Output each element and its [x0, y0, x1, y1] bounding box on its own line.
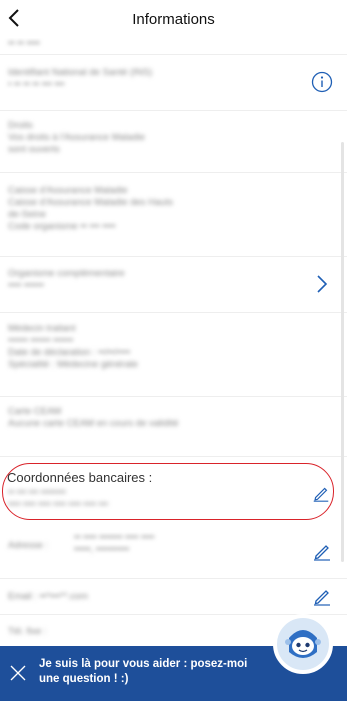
highlight-circle: [2, 463, 334, 520]
list-item: •• •• ••••: [0, 38, 347, 55]
list-item-medecin: Médecin traitant •••••• •••••• •••••• Da…: [0, 312, 347, 397]
close-icon[interactable]: [7, 662, 29, 684]
edit-pencil-icon[interactable]: [311, 585, 333, 607]
assistant-message: Je suis là pour vous aider : posez-moi u…: [39, 658, 248, 685]
scrollbar[interactable]: [341, 142, 344, 562]
info-list: •• •• •••• Identifiant National de Santé…: [0, 38, 347, 646]
chevron-right-icon[interactable]: [311, 273, 333, 295]
list-item-droits: Droits Vos droits à l'Assurance Maladie …: [0, 110, 347, 173]
list-item-caisse: Caisse d'Assurance Maladie Caisse d'Assu…: [0, 172, 347, 257]
list-item-ins: Identifiant National de Santé (INS) • ••…: [0, 54, 347, 111]
list-item-ceam: Carte CEAM Aucune carte CEAM en cours de…: [0, 396, 347, 457]
assistant-avatar-icon[interactable]: [273, 614, 333, 674]
page-title: Informations: [132, 11, 215, 28]
edit-pencil-icon[interactable]: [311, 540, 333, 562]
list-item-email[interactable]: Email : ••*•••**.com: [0, 578, 347, 615]
list-item-address[interactable]: Adresse : •• •••• ••••••• •••• •••• ••••…: [0, 528, 347, 579]
app-header: Informations: [0, 0, 347, 38]
info-icon[interactable]: [311, 71, 333, 93]
list-item-organisme[interactable]: Organisme complémentaire •••• ••••••: [0, 256, 347, 313]
